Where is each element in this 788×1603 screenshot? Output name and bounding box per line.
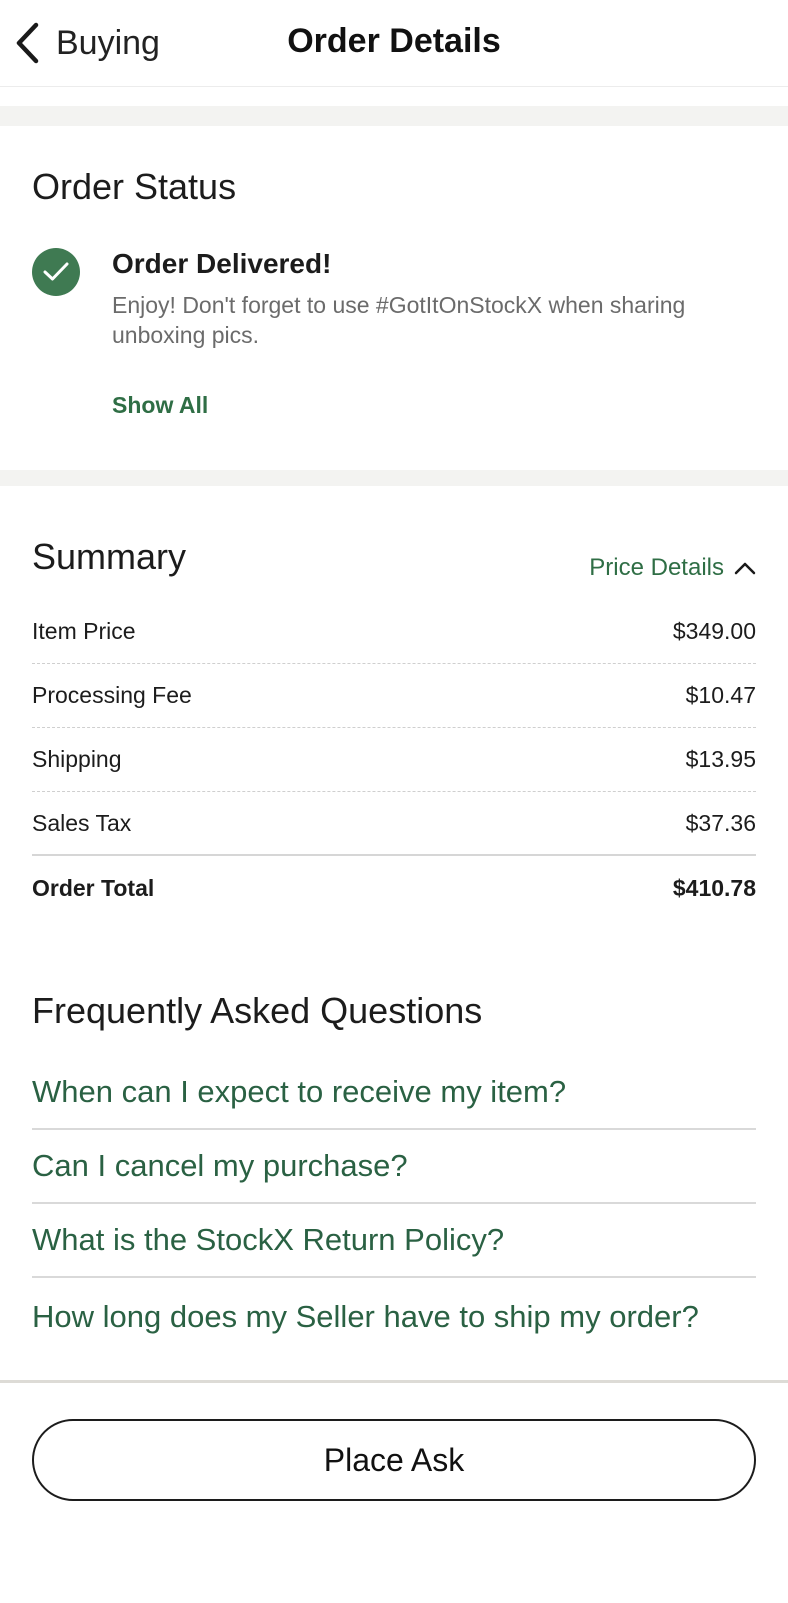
show-all-link[interactable]: Show All [112,392,208,419]
section-divider [0,106,788,126]
summary-row-label: Sales Tax [32,809,132,836]
order-total-value: $410.78 [672,874,756,901]
faq-link[interactable]: What is the StockX Return Policy? [32,1204,756,1278]
price-details-label: Price Details [589,554,724,581]
summary-row-value: $37.36 [685,809,756,836]
summary-row-value: $13.95 [685,746,756,772]
summary-row-value: $349.00 [672,618,756,644]
summary-row-label: Shipping [32,746,122,772]
status-heading: Order Delivered! [112,248,332,279]
summary-row-item-price: Item Price $349.00 [32,600,756,664]
page-title: Order Details [287,22,501,60]
price-details-toggle[interactable]: Price Details [589,554,756,582]
summary-row-shipping: Shipping $13.95 [32,728,756,792]
order-status-title: Order Status [32,166,237,207]
order-total-label: Order Total [32,874,155,901]
chevron-up-icon [734,562,756,575]
faq-link[interactable]: How long does my Seller have to ship my … [32,1280,756,1354]
faq-link[interactable]: When can I expect to receive my item? [32,1056,756,1130]
section-divider [0,470,788,486]
summary-title: Summary [32,536,187,577]
summary-row-sales-tax: Sales Tax $37.36 [32,792,756,856]
status-description: Enjoy! Don't forget to use #GotItOnStock… [112,292,686,348]
summary-row-value: $10.47 [685,682,756,708]
summary-row-order-total: Order Total $410.78 [32,856,756,920]
faq-link[interactable]: Can I cancel my purchase? [32,1130,756,1204]
nav-header: Buying Order Details [0,0,788,87]
summary-row-label: Processing Fee [32,682,192,708]
check-circle-icon [32,248,80,296]
faq-title: Frequently Asked Questions [32,990,483,1031]
summary-row-processing-fee: Processing Fee $10.47 [32,664,756,728]
place-ask-button[interactable]: Place Ask [32,1419,756,1501]
footer-bar: Place Ask [0,1380,788,1603]
summary-row-label: Item Price [32,618,136,644]
